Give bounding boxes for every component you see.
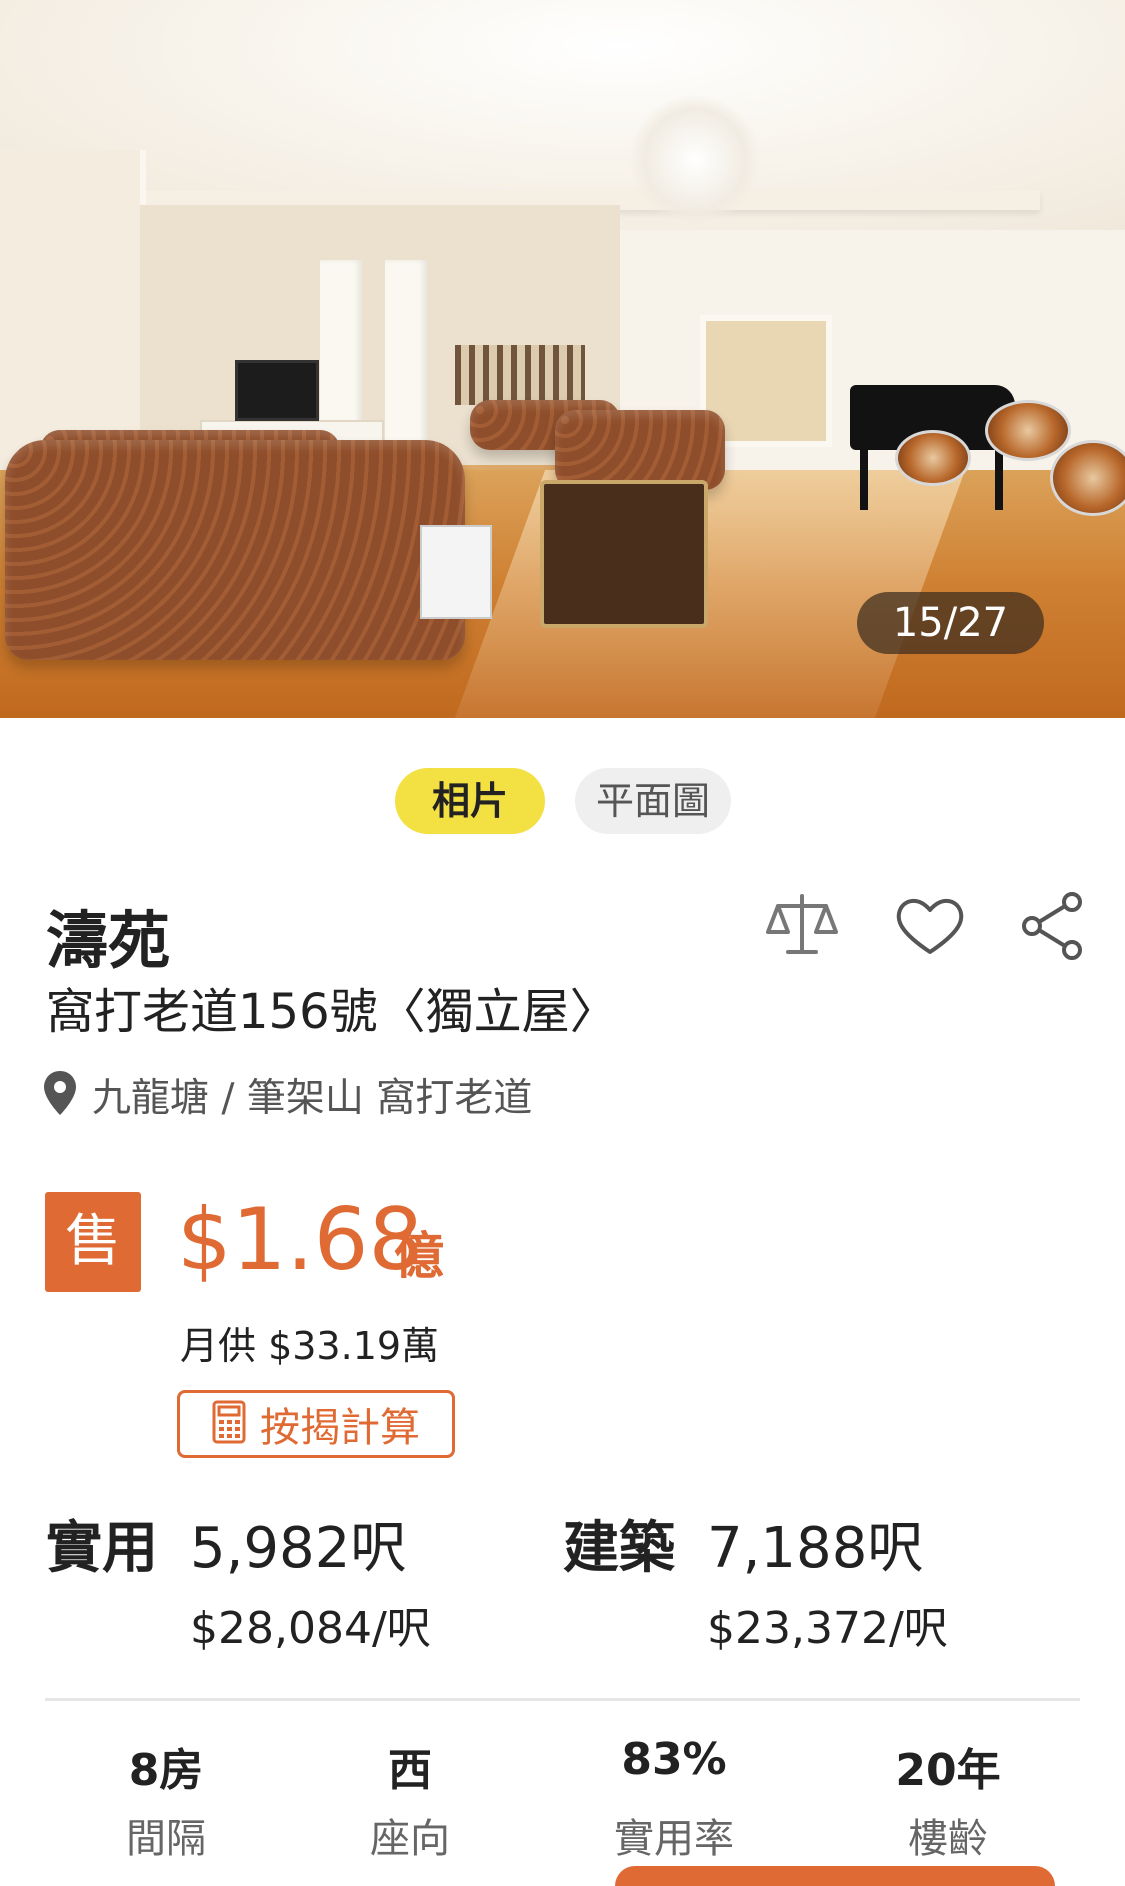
photo-sofa [555,410,725,490]
stat-efficiency-value: 83% [621,1734,727,1785]
location-text: 九龍塘 / 筆架山 窩打老道 [92,1076,533,1121]
photo-sofa [5,440,465,660]
stat-orientation-value: 西 [388,1745,432,1796]
stat-orientation-label: 座向 [370,1816,450,1862]
photo-piano-leg [860,450,868,510]
tab-photos[interactable]: 相片 [395,768,545,834]
photo-piano-leg [995,450,1003,510]
share-icon[interactable] [1012,890,1092,960]
divider [45,1698,1080,1701]
property-name: 濤苑 [46,904,171,977]
photo-tv [235,360,319,421]
location-pin-icon [42,1069,78,1121]
stat-building-age-label: 樓齡 [908,1816,988,1862]
heart-icon[interactable] [890,890,970,960]
tab-floor-plan[interactable]: 平面圖 [575,768,731,834]
saleable-area-label: 實用 [46,1516,158,1581]
photo-bin [420,525,492,619]
saleable-area-value: 5,982呎 [190,1516,407,1581]
photo-counter: 15/27 [857,592,1044,654]
price-amount: $1.68 [177,1190,424,1290]
sale-badge: 售 [45,1192,141,1292]
stat-rooms-value: 8房 [128,1745,204,1796]
photo-coffee-table [540,480,708,628]
stat-building-age-value: 20年 [895,1745,1001,1796]
price-unit: 億 [394,1227,444,1285]
photo-drum [985,400,1071,461]
compare-icon[interactable] [762,890,842,960]
mortgage-calculator-button[interactable]: 按揭計算 [177,1390,455,1458]
monthly-payment: 月供 $33.19萬 [180,1324,440,1368]
saleable-price-per-foot: $28,084/呎 [190,1603,431,1654]
photo-staircase [455,345,585,405]
gross-area-label: 建築 [563,1516,675,1581]
bottom-action-bar[interactable] [615,1866,1055,1886]
stat-rooms-label: 間隔 [126,1816,206,1862]
property-address: 窩打老道156號〈獨立屋〉 [46,984,618,1040]
listing-photo[interactable]: 15/27 [0,0,1125,718]
location-row[interactable]: 九龍塘 / 筆架山 窩打老道 [42,1068,532,1122]
gross-area-value: 7,188呎 [707,1516,924,1581]
stat-efficiency-label: 實用率 [614,1816,734,1862]
mortgage-calculator-label: 按揭計算 [260,1405,420,1451]
calculator-icon [212,1400,246,1448]
gross-price-per-foot: $23,372/呎 [707,1603,948,1654]
photo-chandelier [630,95,760,225]
photo-drum [895,430,971,486]
